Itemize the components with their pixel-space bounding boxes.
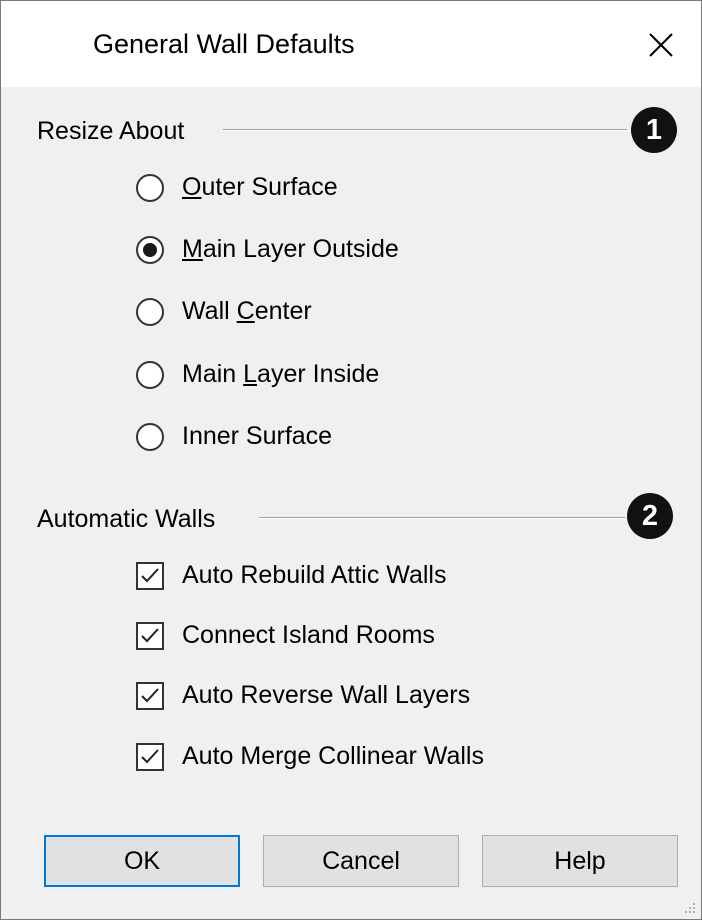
help-button[interactable]: Help: [482, 835, 678, 887]
radio-button-icon: [136, 422, 164, 451]
radio-label: Outer Surface: [182, 173, 338, 201]
automatic-walls-divider: [259, 517, 625, 519]
checkbox-label: Auto Merge Collinear Walls: [182, 742, 484, 770]
checkbox-label: Auto Reverse Wall Layers: [182, 681, 471, 709]
radio-label: Main Layer Inside: [182, 360, 380, 388]
radio-label: Inner Surface: [182, 422, 333, 450]
callout-badge-1: 1: [631, 107, 677, 153]
checkbox-checked-icon: [136, 621, 164, 650]
checkbox-auto-rebuild-attic-walls[interactable]: Auto Rebuild Attic Walls: [136, 561, 446, 590]
general-wall-defaults-dialog: General Wall Defaults Resize About 1 Out…: [0, 0, 702, 920]
close-icon: [649, 33, 673, 57]
close-button[interactable]: [641, 25, 681, 65]
checkbox-checked-icon: [136, 561, 164, 590]
resize-about-label: Resize About: [37, 117, 185, 145]
checkbox-connect-island-rooms[interactable]: Connect Island Rooms: [136, 621, 435, 650]
resize-about-divider: [223, 129, 627, 131]
checkbox-label: Auto Rebuild Attic Walls: [182, 561, 447, 589]
checkbox-checked-icon: [136, 681, 164, 710]
resize-grip-icon[interactable]: [683, 901, 697, 915]
title-bar: General Wall Defaults: [1, 1, 701, 87]
radio-main-layer-inside[interactable]: Main Layer Inside: [136, 360, 379, 389]
radio-button-selected-icon: [136, 235, 164, 264]
radio-label: Wall Center: [182, 297, 312, 325]
checkbox-auto-reverse-wall-layers[interactable]: Auto Reverse Wall Layers: [136, 681, 470, 710]
callout-badge-2: 2: [627, 493, 673, 539]
cancel-button[interactable]: Cancel: [263, 835, 459, 887]
radio-inner-surface[interactable]: Inner Surface: [136, 422, 332, 451]
radio-button-icon: [136, 360, 164, 389]
dialog-title: General Wall Defaults: [93, 29, 355, 59]
automatic-walls-label: Automatic Walls: [37, 505, 216, 533]
radio-wall-center[interactable]: Wall Center: [136, 297, 312, 326]
radio-button-icon: [136, 297, 164, 326]
checkbox-label: Connect Island Rooms: [182, 621, 435, 649]
checkbox-auto-merge-collinear-walls[interactable]: Auto Merge Collinear Walls: [136, 742, 484, 771]
radio-label: Main Layer Outside: [182, 235, 399, 263]
checkbox-checked-icon: [136, 742, 164, 771]
radio-outer-surface[interactable]: Outer Surface: [136, 173, 338, 202]
radio-main-layer-outside[interactable]: Main Layer Outside: [136, 235, 399, 264]
radio-button-icon: [136, 173, 164, 202]
ok-button[interactable]: OK: [44, 835, 240, 887]
